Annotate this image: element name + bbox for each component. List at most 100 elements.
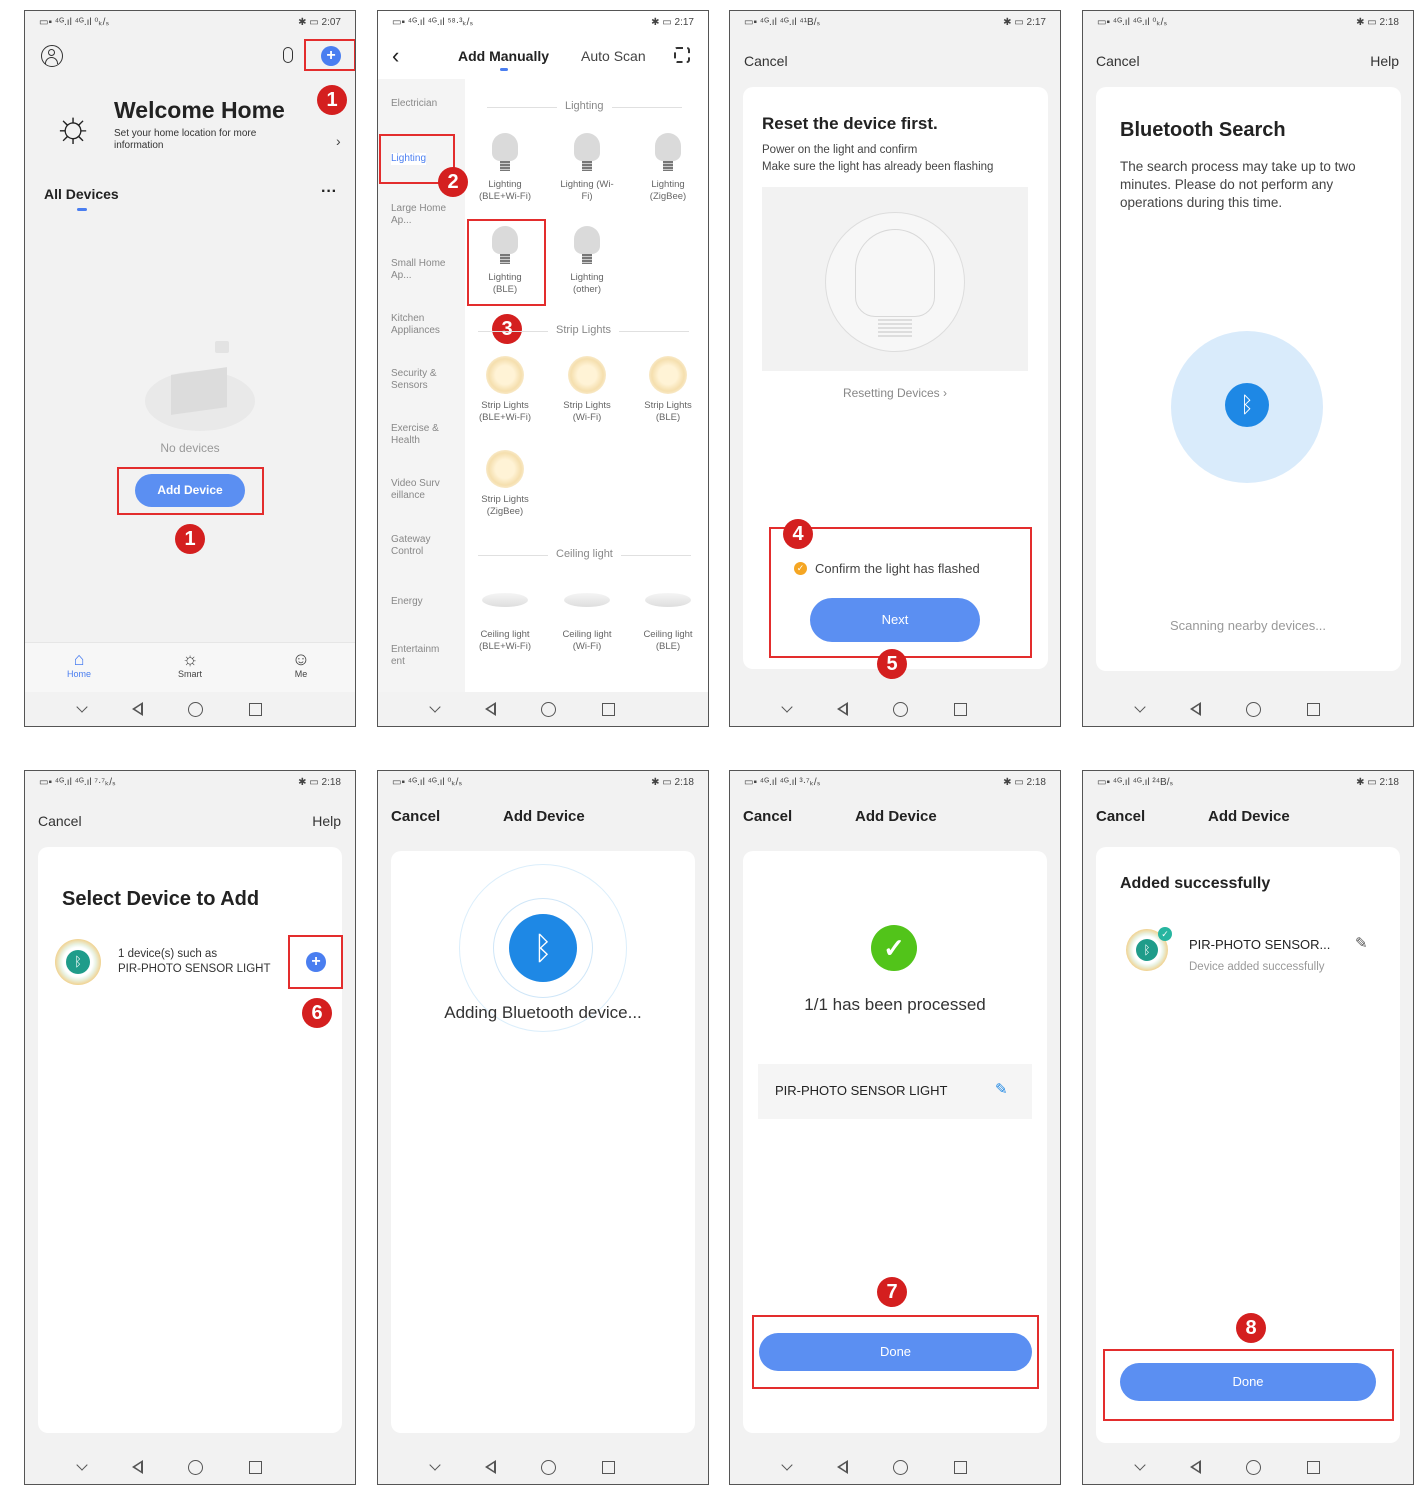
collapse-icon[interactable] [781, 1459, 793, 1471]
collapse-icon[interactable] [76, 1459, 88, 1471]
back-icon[interactable] [484, 1460, 496, 1474]
sidebar-item-video[interactable]: Video Surv eillance [391, 478, 451, 502]
reset-title: Reset the device first. [762, 114, 938, 133]
success-check-icon: ✓ [871, 925, 917, 971]
welcome-title: Welcome Home [114, 97, 285, 123]
help-link[interactable]: Help [312, 813, 341, 829]
back-icon[interactable] [836, 1460, 848, 1474]
step-badge-7: 7 [877, 1277, 907, 1307]
sidebar-item-security[interactable]: Security & Sensors [391, 368, 451, 392]
collapse-icon[interactable] [1134, 701, 1146, 713]
bulb-icon [574, 133, 600, 175]
cancel-link[interactable]: Cancel [744, 53, 788, 69]
add-plus-icon[interactable]: + [306, 952, 326, 972]
me-icon: ☺ [291, 649, 311, 669]
back-icon[interactable] [836, 702, 848, 716]
collapse-icon[interactable] [429, 701, 441, 713]
collapse-icon[interactable] [781, 701, 793, 713]
profile-icon[interactable] [41, 45, 63, 67]
tab-home[interactable]: ⌂ Home [59, 649, 99, 679]
back-icon[interactable] [484, 702, 496, 716]
device-thumbnail: ᛒ [55, 939, 101, 985]
collapse-icon[interactable] [76, 701, 88, 713]
back-icon[interactable] [1189, 1460, 1201, 1474]
recents-icon[interactable] [249, 702, 263, 716]
scan-icon[interactable] [674, 47, 690, 63]
sidebar-item-gateway[interactable]: Gateway Control [391, 534, 451, 558]
resetting-devices-link[interactable]: Resetting Devices › [730, 386, 1060, 400]
sidebar-item-energy[interactable]: Energy [391, 596, 423, 608]
sidebar-item-entertainment[interactable]: Entertainm ent [391, 644, 451, 668]
device-lighting-ble[interactable]: Lighting (BLE) [475, 226, 535, 296]
chevron-right-icon[interactable]: › [336, 133, 341, 149]
device-lighting-other[interactable]: Lighting (other) [557, 226, 617, 296]
recents-icon[interactable] [249, 1460, 263, 1474]
device-lighting-wifi[interactable]: Lighting (Wi-Fi) [557, 133, 617, 203]
sidebar-item-exercise[interactable]: Exercise & Health [391, 423, 451, 447]
tab-me[interactable]: ☺ Me [281, 649, 321, 679]
home-nav-icon[interactable] [893, 1459, 909, 1475]
back-icon[interactable] [131, 702, 143, 716]
more-icon[interactable]: ··· [321, 183, 337, 201]
add-device-plus-icon[interactable]: + [321, 46, 341, 66]
back-icon[interactable] [131, 1460, 143, 1474]
tab-add-manually[interactable]: Add Manually [458, 48, 549, 64]
home-nav-icon[interactable] [1246, 701, 1262, 717]
step-badge-3: 3 [492, 314, 522, 344]
sidebar-item-lighting[interactable]: Lighting [391, 153, 427, 165]
collapse-icon[interactable] [1134, 1459, 1146, 1471]
device-ceiling-ble-wifi[interactable]: Ceiling light (BLE+Wi-Fi) [475, 593, 535, 653]
back-icon[interactable] [1189, 702, 1201, 716]
edit-pencil-icon[interactable]: ✎ [1355, 934, 1368, 952]
device-strip-ble-wifi[interactable]: Strip Lights (BLE+Wi-Fi) [475, 356, 535, 424]
recents-icon[interactable] [954, 1460, 968, 1474]
cancel-link[interactable]: Cancel [1096, 808, 1145, 825]
all-devices-tab[interactable]: All Devices [44, 186, 119, 202]
device-strip-zigbee[interactable]: Strip Lights (ZigBee) [475, 450, 535, 518]
help-link[interactable]: Help [1370, 53, 1399, 69]
back-arrow-icon[interactable]: ‹ [392, 45, 399, 67]
sidebar-item-kitchen[interactable]: Kitchen Appliances [391, 313, 451, 337]
device-lighting-ble-wifi[interactable]: Lighting (BLE+Wi-Fi) [475, 133, 535, 203]
recents-icon[interactable] [602, 1460, 616, 1474]
screen-reset-device: ▭▪ ⁴ᴳ.ıl ⁴ᴳ.ıl ⁴¹B/ₛ ✱ ▭ 2:17 Cancel Rese… [729, 10, 1061, 727]
tab-smart[interactable]: ☼ Smart [170, 649, 210, 679]
edit-pencil-icon[interactable]: ✎ [995, 1080, 1008, 1098]
device-ceiling-wifi[interactable]: Ceiling light (Wi-Fi) [557, 593, 617, 653]
done-button[interactable]: Done [759, 1333, 1032, 1371]
home-nav-icon[interactable] [188, 1459, 204, 1475]
device-strip-wifi[interactable]: Strip Lights (Wi-Fi) [557, 356, 617, 424]
cancel-link[interactable]: Cancel [38, 813, 82, 829]
bluetooth-icon: ᛒ [1225, 383, 1269, 427]
add-device-button[interactable]: Add Device [135, 474, 245, 507]
status-bar: ▭▪ ⁴ᴳ.ıl ⁴ᴳ.ıl ²⁴B/ₛ ✱ ▭ 2:18 [1097, 777, 1399, 788]
tab-auto-scan[interactable]: Auto Scan [581, 48, 646, 64]
welcome-subtitle[interactable]: Set your home location for more informat… [114, 128, 294, 152]
sidebar-item-electrician[interactable]: Electrician [391, 98, 437, 110]
sidebar-item-large-home[interactable]: Large Home Ap... [391, 203, 451, 227]
next-button[interactable]: Next [810, 598, 980, 642]
device-ceiling-ble[interactable]: Ceiling light (BLE) [638, 593, 698, 653]
recents-icon[interactable] [954, 702, 968, 716]
collapse-icon[interactable] [429, 1459, 441, 1471]
bulb-illustration [762, 187, 1028, 371]
recents-icon[interactable] [602, 702, 616, 716]
home-nav-icon[interactable] [188, 701, 204, 717]
device-strip-ble[interactable]: Strip Lights (BLE) [638, 356, 698, 424]
cancel-link[interactable]: Cancel [743, 808, 792, 825]
device-lighting-zigbee[interactable]: Lighting (ZigBee) [638, 133, 698, 203]
recents-icon[interactable] [1307, 1460, 1321, 1474]
home-nav-icon[interactable] [541, 701, 557, 717]
sidebar-item-small-home[interactable]: Small Home Ap... [391, 258, 451, 282]
confirm-checkbox[interactable]: ✓ Confirm the light has flashed [794, 561, 980, 576]
home-nav-icon[interactable] [541, 1459, 557, 1475]
bt-search-desc: The search process may take up to two mi… [1120, 159, 1356, 210]
home-nav-icon[interactable] [1246, 1459, 1262, 1475]
cancel-link[interactable]: Cancel [391, 808, 440, 825]
done-button[interactable]: Done [1120, 1363, 1376, 1401]
microphone-icon[interactable] [283, 47, 293, 63]
recents-icon[interactable] [1307, 702, 1321, 716]
home-nav-icon[interactable] [893, 701, 909, 717]
cancel-link[interactable]: Cancel [1096, 53, 1140, 69]
status-bar: ▭▪ ⁴ᴳ.ıl ⁴ᴳ.ıl ⁰ₖ/ₛ ✱ ▭ 2:07 [39, 17, 341, 28]
